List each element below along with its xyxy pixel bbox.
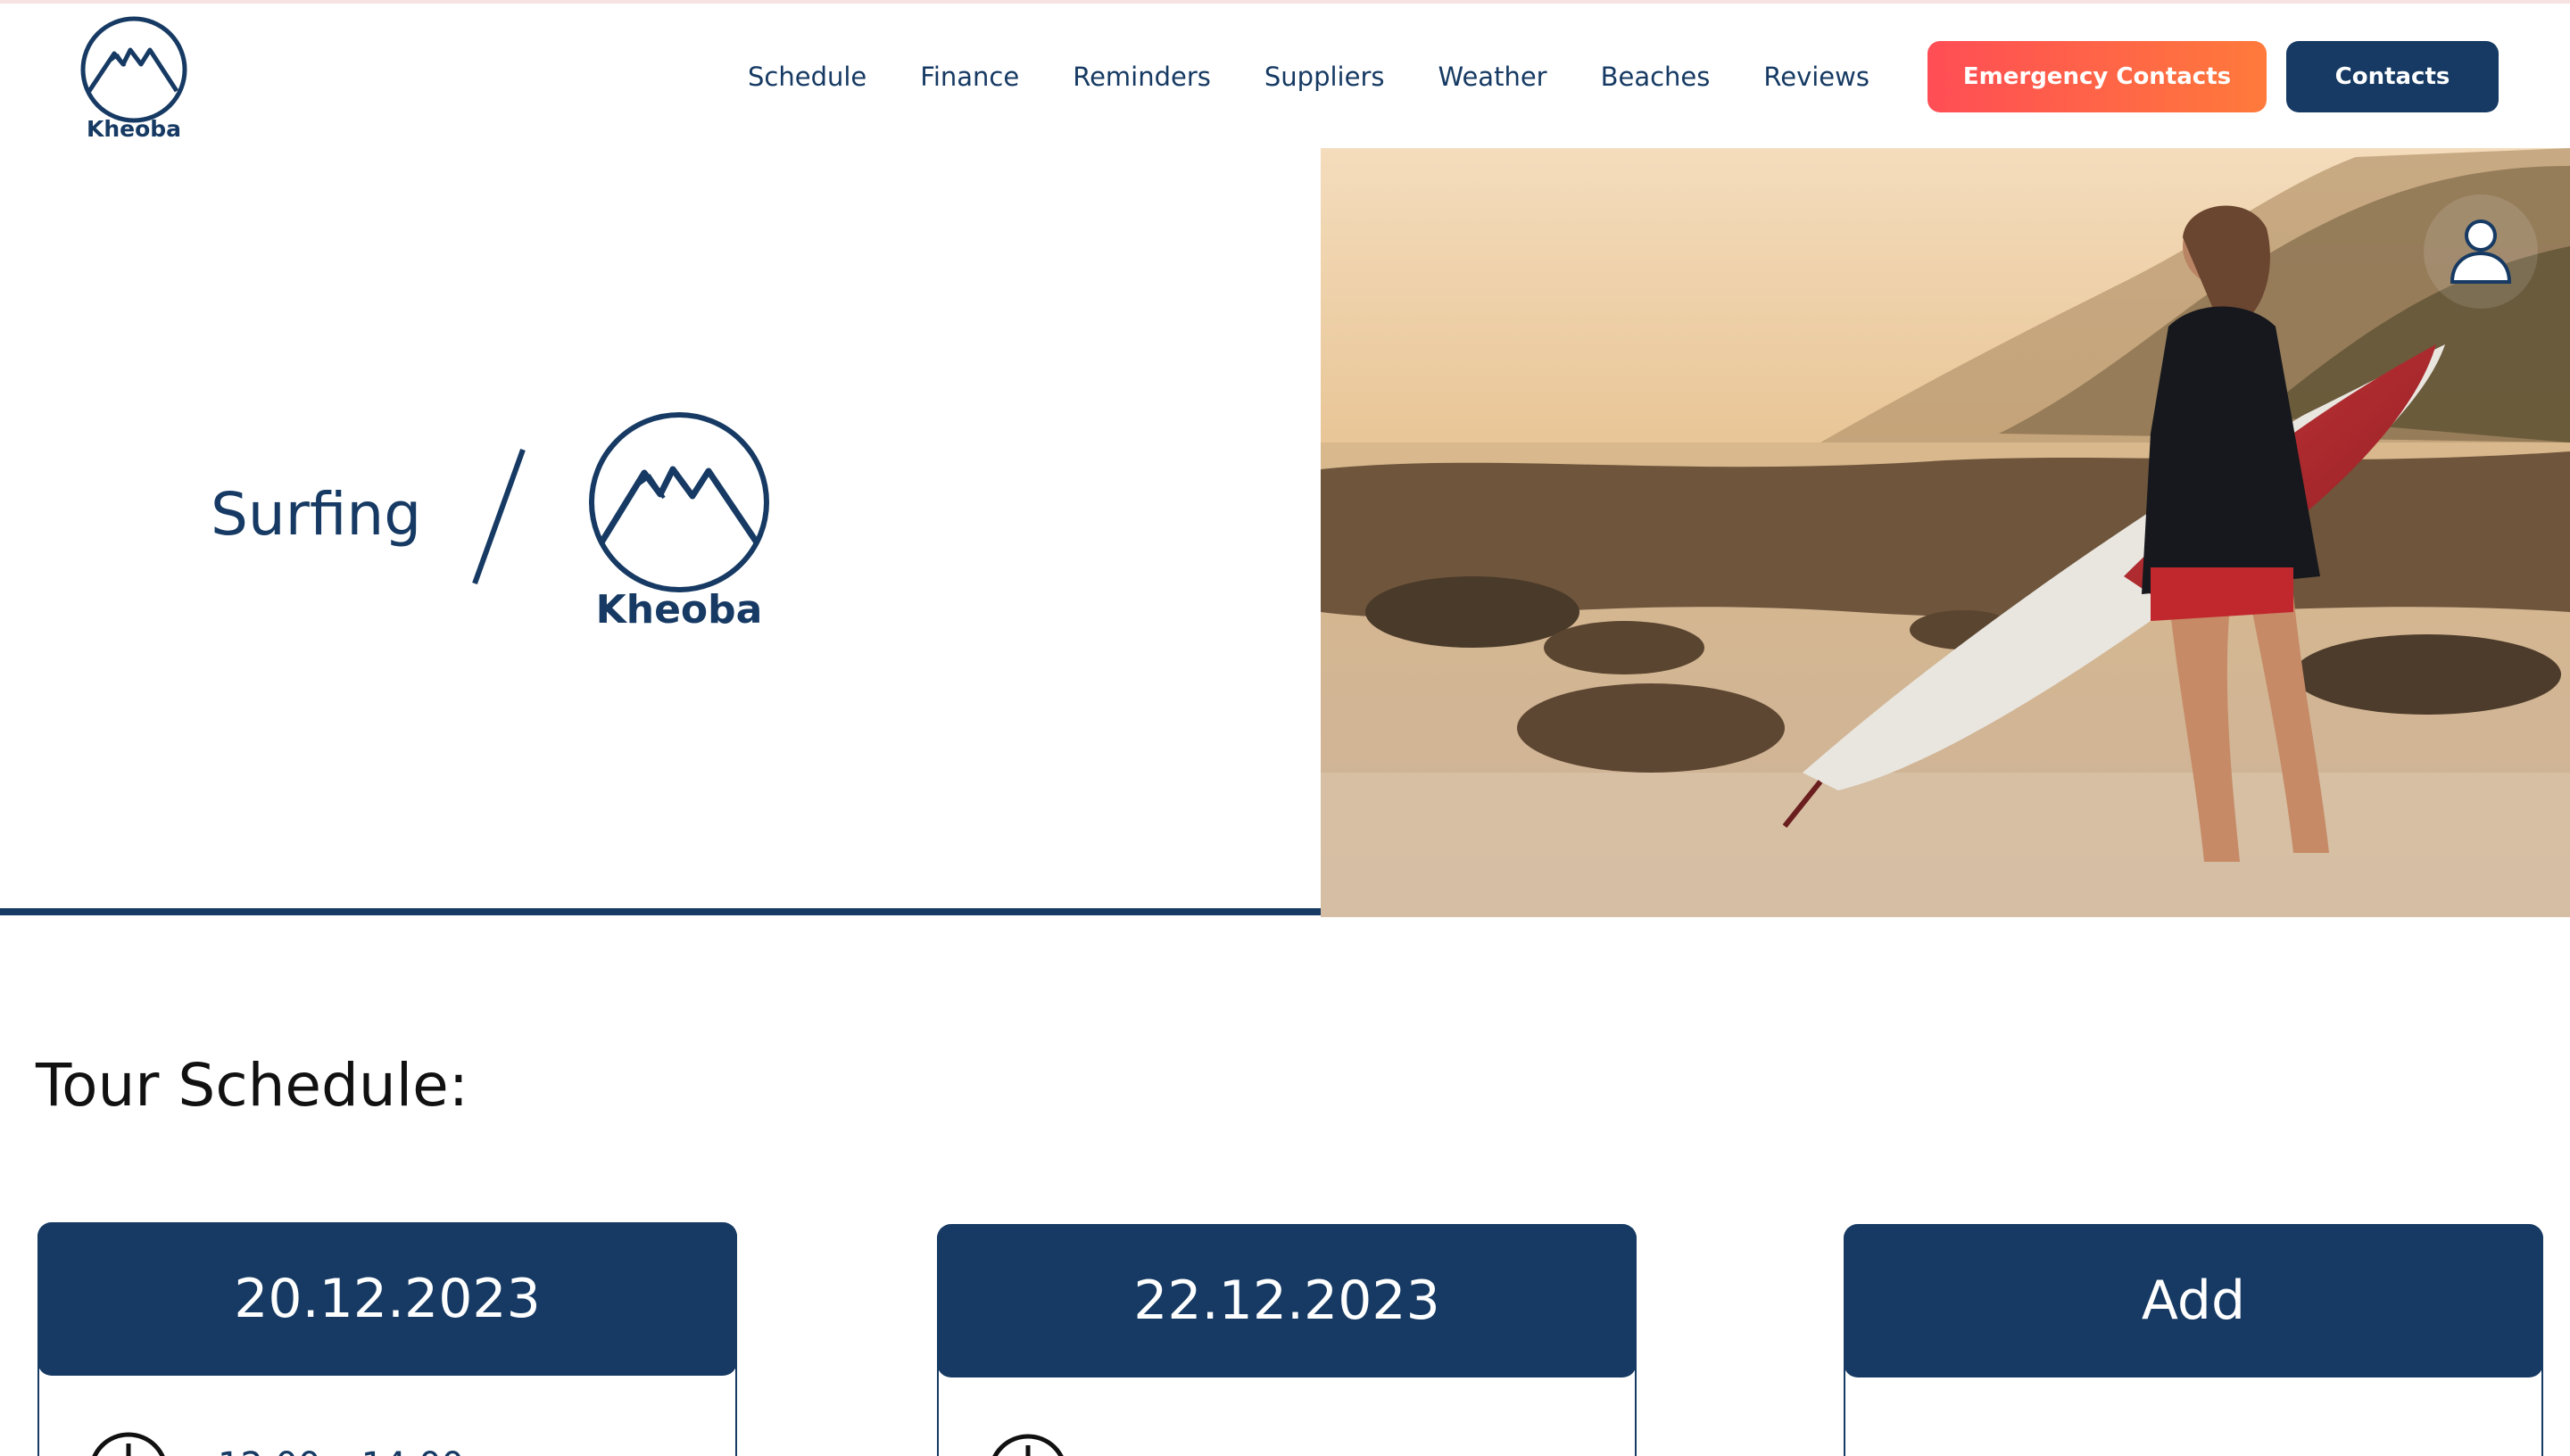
user-icon <box>2450 219 2512 284</box>
hero-title: Surfing <box>211 480 422 549</box>
emergency-contacts-button[interactable]: Emergency Contacts <box>1928 41 2267 112</box>
nav-item-suppliers[interactable]: Suppliers <box>1238 57 1412 96</box>
hero-underline <box>0 908 1321 915</box>
hero-brand-name: Kheoba <box>595 587 763 633</box>
add-schedule-button[interactable]: Add <box>1844 1224 2543 1377</box>
tour-schedule-heading: Tour Schedule: <box>36 1051 468 1120</box>
add-schedule-card: Add <box>1844 1224 2543 1456</box>
main-nav: Schedule Finance Reminders Suppliers Wea… <box>721 57 1896 96</box>
schedule-card-time: 12:00 – 14:00 <box>218 1445 464 1456</box>
mountain-logo-icon <box>589 412 769 592</box>
schedule-card-date[interactable]: 22.12.2023 <box>937 1224 1637 1377</box>
surfer-photo <box>1321 148 2570 917</box>
top-rule <box>0 0 2570 4</box>
mountain-logo-icon <box>80 16 187 123</box>
schedule-card: 22.12.2023 <box>937 1224 1637 1456</box>
schedule-card: 20.12.2023 12:00 – 14:00 <box>37 1222 737 1456</box>
hero-separator <box>464 446 526 593</box>
nav-item-schedule[interactable]: Schedule <box>721 57 893 96</box>
clock-icon <box>92 1432 165 1456</box>
clock-icon <box>992 1434 1064 1456</box>
hero-logo: Kheoba <box>585 409 773 637</box>
nav-item-reviews[interactable]: Reviews <box>1737 57 1896 96</box>
schedule-card-date[interactable]: 20.12.2023 <box>37 1222 737 1376</box>
user-profile-button[interactable] <box>2424 194 2538 309</box>
nav-item-reminders[interactable]: Reminders <box>1046 57 1238 96</box>
nav-item-beaches[interactable]: Beaches <box>1574 57 1737 96</box>
header-logo[interactable]: Kheoba <box>79 14 189 150</box>
contacts-button[interactable]: Contacts <box>2286 41 2499 112</box>
hero-photo <box>1321 148 2570 917</box>
brand-name: Kheoba <box>86 116 182 142</box>
nav-item-finance[interactable]: Finance <box>893 57 1046 96</box>
nav-item-weather[interactable]: Weather <box>1411 57 1573 96</box>
